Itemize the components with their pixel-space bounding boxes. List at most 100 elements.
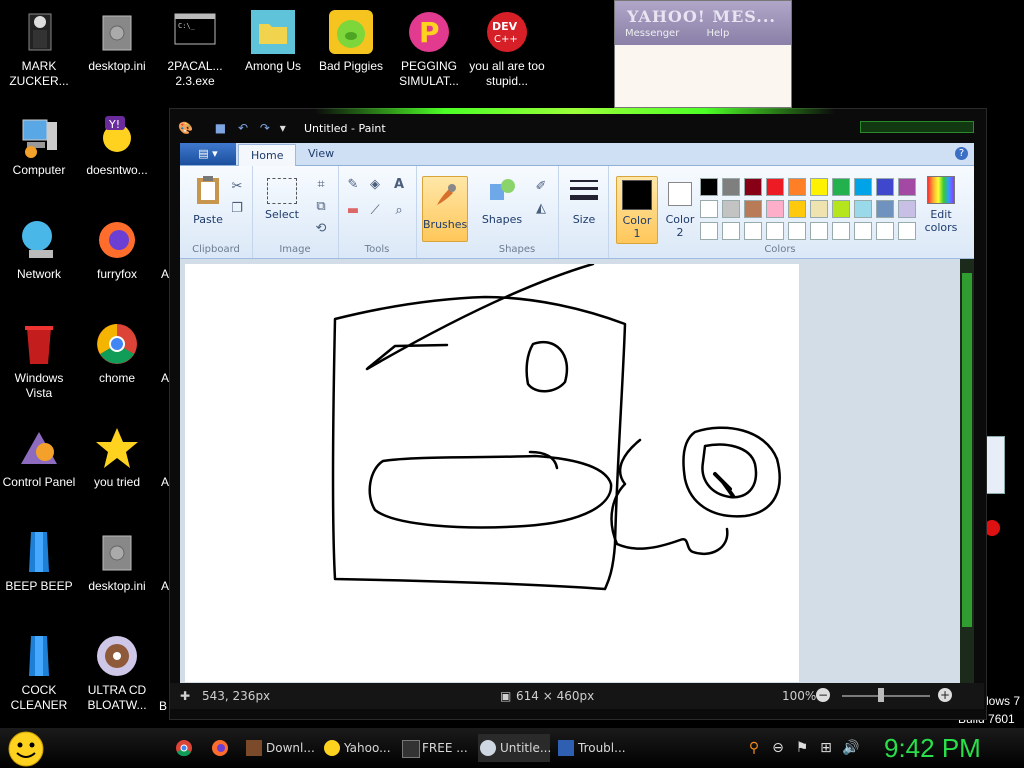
firefox-taskbar-icon[interactable] xyxy=(210,738,230,758)
paint-window[interactable]: 🎨 ■ ↶ ↷ ▾ Untitled - Paint ▤ ▾ Home View… xyxy=(169,108,987,720)
text-icon[interactable]: A xyxy=(390,176,408,194)
clock[interactable]: 9:42 PM xyxy=(884,733,981,764)
palette-swatch[interactable] xyxy=(810,200,828,218)
palette-swatch[interactable] xyxy=(722,200,740,218)
taskbar-item-free[interactable]: FREE ... xyxy=(400,734,472,762)
palette-swatch[interactable] xyxy=(898,200,916,218)
palette-swatch[interactable] xyxy=(744,178,762,196)
outline-icon[interactable]: ✐ xyxy=(532,178,550,196)
taskbar-item-paint[interactable]: Untitle... xyxy=(478,734,551,762)
desktop-icon-you-tried[interactable]: you tried xyxy=(78,424,156,490)
tab-view[interactable]: View xyxy=(296,143,346,165)
palette-swatch[interactable] xyxy=(700,178,718,196)
yahoo-menu-messenger[interactable]: Messenger xyxy=(625,28,679,39)
desktop-icon-chome[interactable]: chome xyxy=(78,320,156,386)
palette-swatch[interactable] xyxy=(876,200,894,218)
desktop-icon-desktop-ini[interactable]: desktop.ini xyxy=(78,8,156,74)
palette-swatch[interactable] xyxy=(810,222,828,240)
zoom-slider-thumb[interactable] xyxy=(878,688,884,702)
size-button[interactable]: Size xyxy=(558,174,610,234)
palette-swatch[interactable] xyxy=(898,222,916,240)
desktop-icon-windows-vista[interactable]: Windows Vista xyxy=(0,320,78,401)
desktop-icon-among-us[interactable]: Among Us xyxy=(234,8,312,74)
desktop-icon-doesntwo[interactable]: Y! doesntwo... xyxy=(78,112,156,178)
fill-icon[interactable]: ◈ xyxy=(366,176,384,194)
palette-swatch[interactable] xyxy=(788,200,806,218)
redo-icon[interactable]: ↷ xyxy=(260,121,270,135)
desktop-icon-you-all-are-too-stupid[interactable]: DEV C++ you all are too stupid... xyxy=(468,8,546,89)
vertical-scrollbar[interactable] xyxy=(960,259,974,683)
desktop-icon-pegging-simulat[interactable]: P PEGGING SIMULAT... xyxy=(390,8,468,89)
palette-swatch[interactable] xyxy=(766,178,784,196)
fill-style-icon[interactable]: ◭ xyxy=(532,200,550,218)
color2-button[interactable]: Color 2 xyxy=(660,176,700,242)
desktop-icon-ultra-cd[interactable]: ULTRA CD BLOATW... xyxy=(78,632,156,713)
eraser-icon[interactable]: ▬ xyxy=(344,202,362,220)
desktop-icon-furryfox[interactable]: furryfox xyxy=(78,216,156,282)
palette-swatch[interactable] xyxy=(788,178,806,196)
palette-swatch[interactable] xyxy=(898,178,916,196)
palette-swatch[interactable] xyxy=(744,222,762,240)
scroll-thumb[interactable] xyxy=(962,273,972,627)
pencil-icon[interactable]: ✎ xyxy=(344,176,362,194)
undo-icon[interactable]: ↶ xyxy=(238,121,248,135)
drawing-canvas[interactable] xyxy=(185,262,799,682)
window-controls[interactable] xyxy=(860,121,974,133)
tab-home[interactable]: Home xyxy=(238,144,297,166)
palette-swatch[interactable] xyxy=(722,222,740,240)
palette-swatch[interactable] xyxy=(766,200,784,218)
desktop-icon-network[interactable]: Network xyxy=(0,216,78,282)
taskbar-item-download[interactable]: Downl... xyxy=(244,734,316,762)
paint-titlebar[interactable]: 🎨 ■ ↶ ↷ ▾ Untitled - Paint xyxy=(170,117,984,139)
minus-tray-icon[interactable]: ⊖ xyxy=(770,740,786,756)
chrome-taskbar-icon[interactable] xyxy=(174,738,194,758)
palette-swatch[interactable] xyxy=(810,178,828,196)
palette-swatch[interactable] xyxy=(854,222,872,240)
start-button-icon[interactable] xyxy=(6,730,46,768)
select-button[interactable]: Select xyxy=(256,174,308,234)
cut-icon[interactable]: ✂ xyxy=(228,178,246,196)
network-tray-icon[interactable]: ⊞ xyxy=(818,740,834,756)
color-picker-icon[interactable]: ⟋ xyxy=(366,202,384,220)
brushes-button[interactable]: Brushes xyxy=(422,176,468,242)
zoom-out-button[interactable]: − xyxy=(816,688,830,702)
palette-swatch[interactable] xyxy=(744,200,762,218)
save-icon[interactable]: ■ xyxy=(215,121,226,135)
edit-colors-button[interactable]: Edit colors xyxy=(918,174,964,234)
taskbar-item-troubleshoot[interactable]: Troubl... xyxy=(556,734,628,762)
palette-swatch[interactable] xyxy=(788,222,806,240)
palette-swatch[interactable] xyxy=(854,178,872,196)
color1-button[interactable]: Color 1 xyxy=(616,176,658,244)
palette-swatch[interactable] xyxy=(832,222,850,240)
desktop-icon-bad-piggies[interactable]: Bad Piggies xyxy=(312,8,390,74)
crop-icon[interactable]: ⌗ xyxy=(312,176,330,194)
zoom-in-button[interactable]: + xyxy=(938,688,952,702)
flag-tray-icon[interactable]: ⚑ xyxy=(794,740,810,756)
desktop-icon-control-panel[interactable]: Control Panel xyxy=(0,424,78,490)
palette-swatch[interactable] xyxy=(876,178,894,196)
palette-swatch[interactable] xyxy=(700,200,718,218)
rotate-icon[interactable]: ⟲ xyxy=(312,220,330,238)
app-menu-button[interactable]: ▤ ▾ xyxy=(180,143,236,165)
palette-swatch[interactable] xyxy=(876,222,894,240)
resize-icon[interactable]: ⧉ xyxy=(312,198,330,216)
zoom-slider[interactable] xyxy=(842,695,930,697)
paste-button[interactable]: Paste xyxy=(182,174,234,234)
palette-swatch[interactable] xyxy=(832,200,850,218)
desktop-icon-beep-beep[interactable]: BEEP BEEP xyxy=(0,528,78,594)
palette-swatch[interactable] xyxy=(766,222,784,240)
volume-tray-icon[interactable]: 🔊 xyxy=(842,740,859,756)
yahoo-messenger-window[interactable]: YAHOO! MES... Messenger Help xyxy=(614,0,792,108)
magnifier-icon[interactable]: ⌕ xyxy=(390,202,408,220)
desktop-icon-2pacal[interactable]: C:\_ 2PACAL... 2.3.exe xyxy=(156,8,234,89)
search-tray-icon[interactable]: ⚲ xyxy=(746,740,762,756)
help-icon[interactable]: ? xyxy=(955,147,968,160)
desktop-icon-desktop-ini-2[interactable]: desktop.ini xyxy=(78,528,156,594)
palette-swatch[interactable] xyxy=(832,178,850,196)
customize-qa-icon[interactable]: ▾ xyxy=(280,121,286,135)
desktop-icon-cock-cleaner[interactable]: COCK CLEANER xyxy=(0,632,78,713)
desktop-icon-mark-zucker[interactable]: MARK ZUCKER... xyxy=(0,8,78,89)
palette-swatch[interactable] xyxy=(700,222,718,240)
palette-swatch[interactable] xyxy=(854,200,872,218)
shapes-button[interactable]: Shapes xyxy=(476,174,528,234)
